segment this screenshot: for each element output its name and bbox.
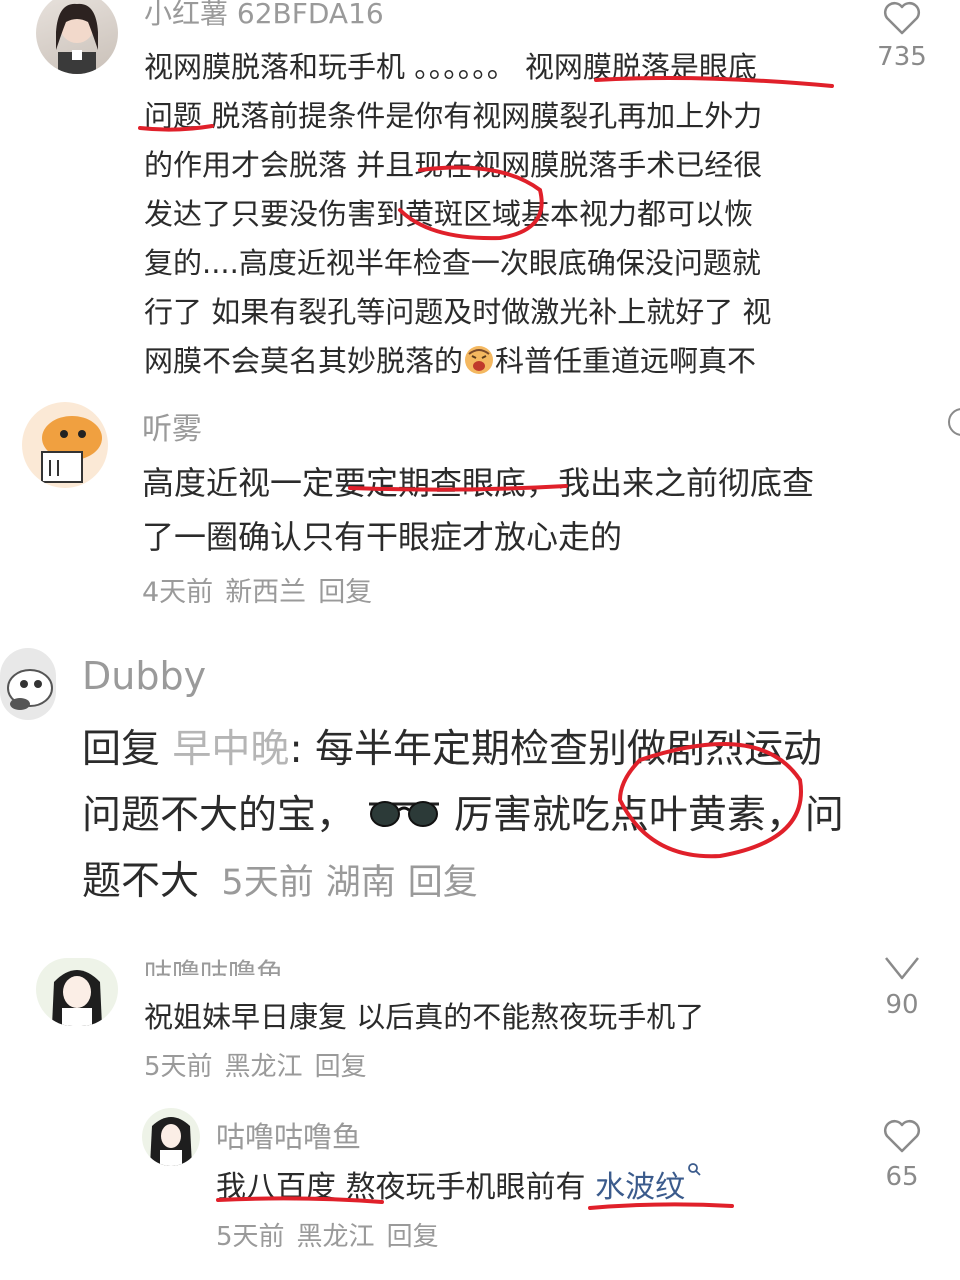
like-button[interactable]: 735 xyxy=(866,0,938,72)
reply-button[interactable]: 回复 xyxy=(315,1052,367,1082)
comment-text-line: 问题不大的宝， 厉害就吃点叶黄素，问 xyxy=(82,784,844,840)
heart-icon xyxy=(884,1120,920,1153)
comment-text-line: 我八百度 熬夜玩手机眼前有 水波纹 xyxy=(216,1162,701,1206)
search-keyword-text: 水波纹 xyxy=(595,1170,686,1205)
comment-text-line: 祝姐妹早日康复 以后真的不能熬夜玩手机了 xyxy=(144,1000,705,1034)
comment-text-segment: 问题不大的宝， xyxy=(82,793,356,838)
comment-username[interactable]: 听雾 xyxy=(142,404,202,448)
comment-text-segment: 科普任重道远啊真不 xyxy=(495,344,757,378)
comment-time: 5天前 xyxy=(216,1222,285,1252)
avatar[interactable] xyxy=(0,648,56,720)
more-icon[interactable] xyxy=(948,408,960,436)
search-icon xyxy=(688,1163,701,1176)
comment-location: 新西兰 xyxy=(225,577,307,608)
like-button[interactable]: 90 xyxy=(866,952,938,1020)
reply-prefix: 回复 xyxy=(82,727,161,772)
comment-text-segment: 厉害就吃点叶黄素，问 xyxy=(453,793,844,838)
heart-icon xyxy=(885,957,919,980)
comment-text-line: 行了 如果有裂孔等问题及时做激光补上就好了 视 xyxy=(144,295,772,329)
comment-location: 湖南 xyxy=(325,863,396,903)
comment-time: 5天前 xyxy=(144,1052,213,1082)
comment-text-line: 发达了只要没伤害到黄斑区域基本视力都可以恢 xyxy=(144,197,754,231)
crying-face-emoji-icon xyxy=(463,344,495,383)
like-count: 735 xyxy=(877,42,927,72)
comment-meta: 5天前 黑龙江 回复 xyxy=(144,1046,379,1083)
girl-avatar-icon xyxy=(52,970,102,1026)
comment-text-line: 题不大 5天前 湖南 回复 xyxy=(82,850,490,906)
comment-time: 4天前 xyxy=(142,577,214,608)
search-keyword-link[interactable]: 水波纹 xyxy=(595,1163,701,1205)
comment-text-line: 问题 脱落前提条件是你有视网膜裂孔再加上外力 xyxy=(144,99,763,133)
sunglasses-emoji-icon xyxy=(367,795,441,840)
comment-location: 黑龙江 xyxy=(296,1222,375,1252)
avatar[interactable] xyxy=(142,1108,200,1166)
comment-text-line: 了一圈确认只有干眼症才放心走的 xyxy=(142,518,623,556)
reply-to-username[interactable]: 早中晚 xyxy=(172,727,289,772)
girl-avatar-icon xyxy=(150,1117,192,1166)
comment-text-line: 回复 早中晚: 每半年定期检查别做剧烈运动 xyxy=(82,718,822,774)
reply-button[interactable]: 回复 xyxy=(408,863,478,903)
comment-username[interactable]: 咕噜咕噜鱼 xyxy=(144,952,284,976)
avatar[interactable] xyxy=(36,0,118,74)
comment-username[interactable]: 咕噜咕噜鱼 xyxy=(216,1114,361,1156)
comment-text-segment: 网膜不会莫名其妙脱落的 xyxy=(144,344,464,378)
avatar[interactable] xyxy=(36,958,118,1026)
comment-location: 黑龙江 xyxy=(224,1052,303,1082)
avatar[interactable] xyxy=(22,402,108,488)
comment-time: 5天前 xyxy=(221,863,314,903)
like-count: 90 xyxy=(885,990,919,1020)
comment-username[interactable]: Dubby xyxy=(82,654,206,698)
like-button[interactable]: 65 xyxy=(866,1118,938,1192)
heart-icon xyxy=(884,2,920,35)
reply-button[interactable]: 回复 xyxy=(387,1222,439,1252)
comment-text-line: 网膜不会莫名其妙脱落的 科普任重道远啊真不 xyxy=(144,338,756,383)
comment-text-line: 的作用才会脱落 并且现在视网膜脱落手术已经很 xyxy=(144,148,763,182)
comment-username[interactable]: 小红薯 62BFDA16 xyxy=(144,0,384,32)
cartoon-avatar-icon xyxy=(41,416,102,483)
cat-avatar-icon xyxy=(7,669,53,710)
user-avatar-icon xyxy=(56,3,98,74)
like-count: 65 xyxy=(885,1162,919,1192)
comment-meta: 5天前 黑龙江 回复 xyxy=(216,1216,451,1253)
comment-text-line: 视网膜脱落和玩手机 。。。。。。 视网膜脱落是眼底 xyxy=(144,50,757,84)
comment-text-segment: : 每半年定期检查别做剧烈运动 xyxy=(289,727,822,772)
comment-text-line: 复的....高度近视半年检查一次眼底确保没问题就 xyxy=(144,246,761,280)
comment-text-segment: 我八百度 熬夜玩手机眼前有 xyxy=(216,1170,586,1205)
comment-text-fade xyxy=(140,384,840,400)
comment-text-line: 高度近视一定要定期查眼底，我出来之前彻底查 xyxy=(142,464,815,502)
comment-text-segment: 题不大 xyxy=(82,859,200,904)
comment-meta: 5天前 湖南 回复 xyxy=(221,863,489,903)
reply-button[interactable]: 回复 xyxy=(318,577,372,608)
comment-meta: 4天前 新西兰 回复 xyxy=(142,570,384,609)
